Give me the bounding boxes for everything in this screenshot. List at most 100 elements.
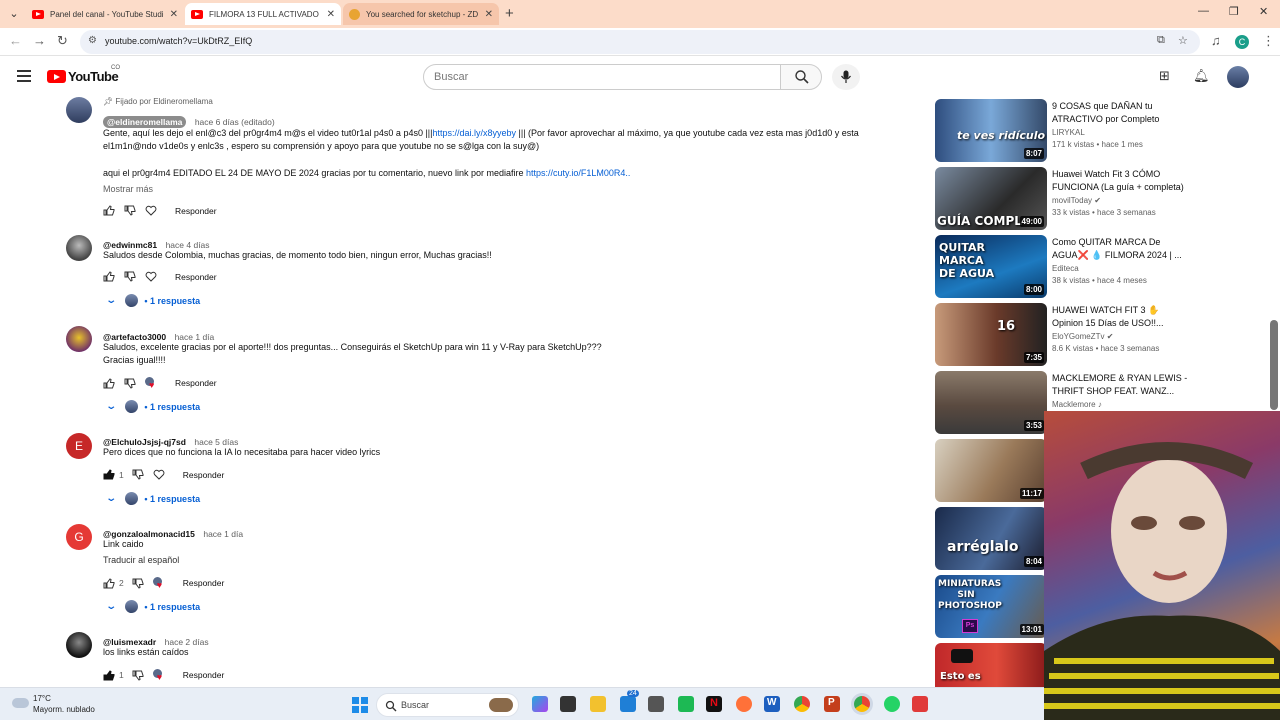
photos-icon[interactable] <box>648 696 664 712</box>
channel-name[interactable]: Macklemore ♪ <box>1052 400 1102 409</box>
taskbar-search[interactable]: Buscar <box>376 693 519 717</box>
reply-button[interactable]: Responder <box>183 470 225 480</box>
video-title[interactable]: MACKLEMORE & RYAN LEWIS - THRIFT SHOP FE… <box>1052 372 1192 398</box>
create-video-icon[interactable]: ⊞ <box>1159 68 1170 84</box>
heart-icon[interactable] <box>145 205 157 216</box>
reply-button[interactable]: Responder <box>183 578 225 588</box>
comment-avatar[interactable] <box>66 97 92 123</box>
video-thumbnail[interactable]: MINIATURAS SIN PHOTOSHOP Ps 13:01 <box>935 575 1047 638</box>
video-thumbnail[interactable]: te ves ridículo 8:07 <box>935 99 1047 162</box>
new-tab-button[interactable]: + <box>505 5 514 22</box>
like-icon[interactable] <box>103 377 115 389</box>
video-thumbnail[interactable]: arréglalo 8:04 <box>935 507 1047 570</box>
terminal-icon[interactable] <box>560 696 576 712</box>
green-app-icon[interactable] <box>678 696 694 712</box>
creator-heart-icon[interactable]: ♥ <box>145 377 157 390</box>
view-replies-button[interactable]: ⌄ • 1 respuesta <box>105 400 200 413</box>
account-avatar[interactable] <box>1227 66 1249 88</box>
powerpoint-icon[interactable]: P <box>824 696 840 712</box>
dislike-icon[interactable] <box>132 469 144 480</box>
maximize-icon[interactable]: ❐ <box>1229 5 1239 18</box>
channel-name[interactable]: EloYGomeZTv ✔ <box>1052 332 1113 341</box>
media-controls-icon[interactable]: ♫ <box>1211 33 1221 48</box>
like-icon[interactable] <box>103 577 115 589</box>
url-text[interactable]: youtube.com/watch?v=UkDtRZ_EIfQ <box>105 36 252 46</box>
view-replies-button[interactable]: ⌄ • 1 respuesta <box>105 600 200 613</box>
comment-time[interactable]: hace 6 días (editado) <box>195 117 275 127</box>
comment-avatar[interactable] <box>66 235 92 261</box>
red-app-icon[interactable] <box>912 696 928 712</box>
site-info-icon[interactable]: ⚙ <box>88 35 97 46</box>
like-filled-icon[interactable] <box>103 669 115 681</box>
search-button[interactable] <box>780 64 822 90</box>
dislike-icon[interactable] <box>124 271 136 282</box>
close-window-icon[interactable]: ✕ <box>1259 5 1268 18</box>
close-tab-icon[interactable]: ✕ <box>170 9 178 20</box>
show-more-button[interactable]: Mostrar más <box>103 183 153 196</box>
like-icon[interactable] <box>103 205 115 216</box>
file-explorer-icon[interactable] <box>590 696 606 712</box>
install-app-icon[interactable]: ⧉ <box>1157 34 1165 47</box>
comment-avatar[interactable] <box>66 632 92 658</box>
creator-heart-icon[interactable]: ♥ <box>152 577 165 590</box>
address-bar[interactable]: ⚙ youtube.com/watch?v=UkDtRZ_EIfQ ⧉ ☆ <box>80 30 1200 54</box>
video-thumbnail[interactable]: Esto es <box>935 643 1047 687</box>
video-title[interactable]: HUAWEI WATCH FIT 3 ✋ Opinion 15 Días de … <box>1052 304 1192 330</box>
tab-filmora-video[interactable]: FILMORA 13 FULL ACTIVADO 5 ✕ <box>185 3 341 25</box>
creator-heart-icon[interactable]: ♥ <box>152 669 165 682</box>
chrome-active-icon[interactable] <box>854 696 870 712</box>
bookmark-star-icon[interactable]: ☆ <box>1178 34 1188 47</box>
chrome-icon[interactable] <box>794 696 810 712</box>
comment-link[interactable]: https://dai.ly/x8yyeby <box>432 128 516 138</box>
recommended-video[interactable]: te ves ridículo 8:07 9 COSAS que DAÑAN t… <box>934 97 1280 163</box>
dislike-icon[interactable] <box>132 578 144 589</box>
comment-link[interactable]: https://cuty.io/F1LM00R4.. <box>526 168 630 178</box>
reply-button[interactable]: Responder <box>175 378 217 388</box>
video-thumbnail[interactable]: 16 7:35 <box>935 303 1047 366</box>
back-icon[interactable]: ← <box>9 33 22 48</box>
view-replies-button[interactable]: ⌄ • 1 respuesta <box>105 492 200 505</box>
view-replies-button[interactable]: ⌄ • 1 respuesta <box>105 294 200 307</box>
video-title[interactable]: 9 COSAS que DAÑAN tu ATRACTIVO por Compl… <box>1052 100 1192 126</box>
comment-avatar[interactable]: G <box>66 524 92 550</box>
youtube-logo[interactable]: YouTube CO <box>47 65 120 84</box>
reply-button[interactable]: Responder <box>175 272 217 282</box>
heart-icon[interactable] <box>145 271 157 282</box>
firefox-icon[interactable] <box>736 696 752 712</box>
tab-search-chevron-icon[interactable]: ⌄ <box>4 4 24 24</box>
heart-icon[interactable] <box>153 469 165 480</box>
close-tab-icon[interactable]: ✕ <box>485 9 493 20</box>
reply-button[interactable]: Responder <box>175 206 217 216</box>
page-scrollbar[interactable] <box>1270 320 1278 410</box>
copilot-icon[interactable] <box>532 696 548 712</box>
recommended-video[interactable]: QUITAR MARCA DE AGUA 8:00 Como QUITAR MA… <box>934 233 1280 299</box>
recommended-video[interactable]: 16 7:35 HUAWEI WATCH FIT 3 ✋ Opinion 15 … <box>934 301 1280 367</box>
dislike-icon[interactable] <box>124 205 136 216</box>
close-tab-icon[interactable]: ✕ <box>327 9 335 20</box>
channel-name[interactable]: Editeca <box>1052 264 1079 273</box>
notifications-bell-icon[interactable]: 🔔︎ <box>1193 68 1210 84</box>
comment-avatar[interactable] <box>66 326 92 352</box>
dislike-icon[interactable] <box>132 670 144 681</box>
tab-youtube-studio[interactable]: Panel del canal - YouTube Studio ✕ <box>26 3 184 25</box>
profile-avatar[interactable]: C <box>1235 35 1249 49</box>
hamburger-menu-icon[interactable] <box>17 70 31 85</box>
video-thumbnail[interactable]: 11:17 <box>935 439 1047 502</box>
recommended-video[interactable]: GUÍA COMPL 49:00 Huawei Watch Fit 3 CÓMO… <box>934 165 1280 231</box>
forward-icon[interactable]: → <box>33 33 46 48</box>
tab-zd-search[interactable]: You searched for sketchup - ZD ✕ <box>343 3 499 25</box>
search-input[interactable]: Buscar <box>423 64 781 90</box>
channel-name[interactable]: movilToday ✔ <box>1052 196 1101 205</box>
minimize-icon[interactable]: — <box>1198 5 1209 17</box>
video-thumbnail[interactable]: GUÍA COMPL 49:00 <box>935 167 1047 230</box>
whatsapp-icon[interactable] <box>884 696 900 712</box>
comment-avatar[interactable]: E <box>66 433 92 459</box>
reload-icon[interactable]: ↻ <box>57 33 68 49</box>
menu-kebab-icon[interactable]: ⋮ <box>1262 33 1275 49</box>
video-title[interactable]: Huawei Watch Fit 3 CÓMO FUNCIONA (La guí… <box>1052 168 1192 194</box>
video-thumbnail[interactable]: QUITAR MARCA DE AGUA 8:00 <box>935 235 1047 298</box>
video-title[interactable]: Como QUITAR MARCA De AGUA❌ 💧 FILMORA 202… <box>1052 236 1192 262</box>
windows-start-icon[interactable] <box>352 697 368 713</box>
netflix-icon[interactable]: N <box>706 696 722 712</box>
channel-name[interactable]: LIRYKAL <box>1052 128 1085 137</box>
